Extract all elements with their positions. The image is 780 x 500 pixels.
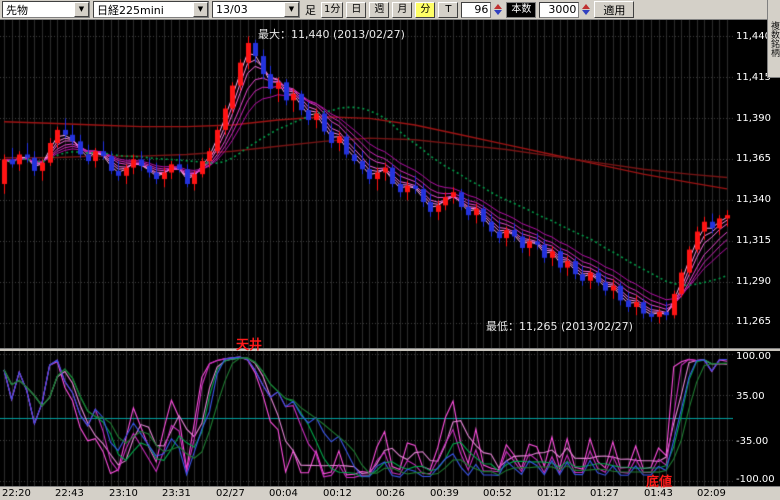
bar-count-value: 3000 — [548, 3, 576, 16]
timeframe-week-button[interactable]: 週 — [369, 2, 389, 18]
chevron-down-icon[interactable]: ▼ — [193, 2, 208, 17]
toolbar: 先物 ▼ 日経225mini ▼ 13/03 ▼ 足 1分 日 週 月 分 T … — [0, 0, 780, 20]
time-label: 00:04 — [269, 488, 298, 499]
time-label: 01:27 — [590, 488, 619, 499]
price-tick: 11,290 — [736, 276, 780, 287]
oscillator-chart-canvas[interactable] — [0, 351, 733, 486]
min-price-annotation: 最低：11,265 (2013/02/27) — [486, 318, 633, 334]
panel-divider[interactable] — [0, 348, 780, 351]
interval-spinner-icon[interactable] — [494, 2, 503, 18]
timeframe-minute-button[interactable]: 分 — [415, 2, 435, 18]
bar-count-button[interactable]: 本数 — [506, 2, 536, 18]
chevron-down-icon[interactable]: ▼ — [284, 2, 299, 17]
max-price-annotation: 最大：11,440 (2013/02/27) — [258, 26, 405, 42]
time-label: 02/27 — [216, 488, 245, 499]
interval-value: 96 — [474, 3, 488, 16]
side-panel-tab[interactable]: 複数銘柄 — [767, 0, 780, 78]
oscillator-tick: 35.00 — [736, 391, 780, 402]
price-tick: 11,340 — [736, 194, 780, 205]
symbol-select-value: 日経225mini — [94, 2, 193, 18]
oscillator-tick: -100.00 — [736, 474, 780, 485]
bar-type-label: 足 — [305, 2, 316, 18]
tick-button[interactable]: T — [438, 2, 458, 18]
price-tick: 11,315 — [736, 235, 780, 246]
time-label: 23:31 — [162, 488, 191, 499]
chevron-down-icon[interactable]: ▼ — [74, 2, 89, 17]
timeframe-month-button[interactable]: 月 — [392, 2, 412, 18]
ceiling-annotation: 天井 — [236, 334, 262, 353]
time-label: 00:12 — [323, 488, 352, 499]
time-label: 22:43 — [55, 488, 84, 499]
bottom-annotation: 底値 — [646, 471, 672, 490]
contract-month-select[interactable]: 13/03 ▼ — [212, 1, 300, 18]
oscillator-tick: -35.00 — [736, 436, 780, 447]
timeframe-day-button[interactable]: 日 — [346, 2, 366, 18]
time-label: 01:12 — [537, 488, 566, 499]
price-chart-canvas[interactable] — [0, 20, 733, 348]
apply-button[interactable]: 適用 — [594, 1, 634, 18]
price-tick: 11,365 — [736, 153, 780, 164]
interval-input[interactable]: 96 — [461, 2, 491, 18]
time-label: 22:20 — [2, 488, 31, 499]
category-select-value: 先物 — [3, 2, 74, 18]
time-label: 00:39 — [430, 488, 459, 499]
timeframe-1min-button[interactable]: 1分 — [321, 2, 343, 18]
category-select[interactable]: 先物 ▼ — [2, 1, 90, 18]
price-tick: 11,265 — [736, 316, 780, 327]
bar-count-spinner-icon[interactable] — [582, 2, 591, 18]
time-label: 00:52 — [483, 488, 512, 499]
trading-chart-window: 先物 ▼ 日経225mini ▼ 13/03 ▼ 足 1分 日 週 月 分 T … — [0, 0, 780, 500]
symbol-select[interactable]: 日経225mini ▼ — [93, 1, 209, 18]
contract-month-value: 13/03 — [213, 3, 284, 16]
time-label: 02:09 — [697, 488, 726, 499]
bar-count-input[interactable]: 3000 — [539, 2, 579, 18]
time-label: 23:10 — [109, 488, 138, 499]
price-tick: 11,390 — [736, 113, 780, 124]
oscillator-tick: 100.00 — [736, 351, 780, 362]
time-label: 00:26 — [376, 488, 405, 499]
